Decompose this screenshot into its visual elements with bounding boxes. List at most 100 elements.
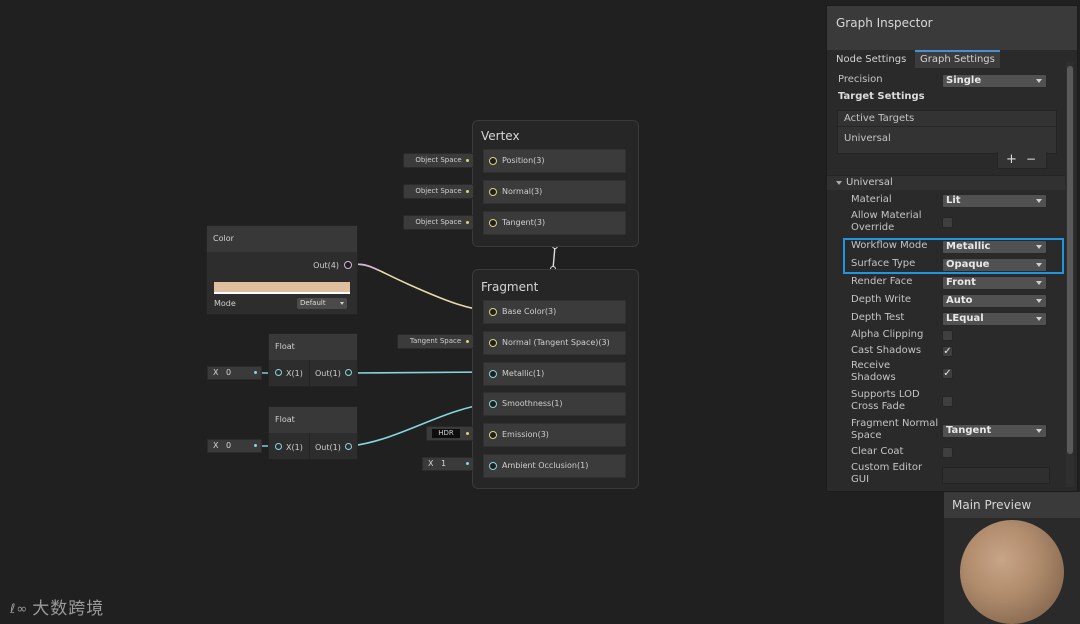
alpha-clipping-checkbox[interactable] — [942, 330, 953, 341]
active-targets-list[interactable]: Active Targets Universal — [837, 110, 1057, 154]
float-x-input[interactable]: X0 — [207, 366, 262, 380]
vertex-normal-space[interactable]: Object Space — [403, 184, 474, 199]
allow-material-override-label: Allow Material Override — [851, 210, 922, 233]
clear-coat-checkbox[interactable] — [942, 447, 953, 458]
wire-vertex-fragment — [552, 245, 556, 270]
color-node[interactable]: Color Out(4) Mode Default — [206, 225, 358, 315]
color-out-port[interactable] — [344, 261, 352, 269]
brand-logo-icon: ℓ∞ — [10, 601, 29, 617]
depth-write-dropdown[interactable]: Auto — [942, 294, 1047, 308]
mode-dropdown[interactable]: Default — [297, 298, 347, 309]
float-out-label: Out(1) — [315, 443, 341, 452]
inline-dot — [254, 371, 257, 374]
port-position[interactable]: Position(3) — [483, 149, 626, 173]
x-value: 0 — [226, 441, 232, 450]
alpha-clipping-label: Alpha Clipping — [851, 329, 924, 340]
float-in-label: X(1) — [286, 369, 303, 378]
port-label: Position(3) — [502, 156, 545, 165]
port-normal-tangent[interactable]: Normal (Tangent Space)(3) — [483, 331, 626, 355]
float-in-label: X(1) — [286, 443, 303, 452]
port-ambient-occlusion[interactable]: Ambient Occlusion(1) — [483, 454, 626, 478]
fragment-normal-space-label: Fragment Normal Space — [851, 418, 939, 441]
port-dot[interactable] — [489, 188, 497, 196]
vertex-stack[interactable]: Vertex Position(3) Normal(3) Tangent(3) — [472, 120, 639, 247]
vertex-tangent-space[interactable]: Object Space — [403, 215, 474, 230]
wire-color-basecolor — [350, 263, 493, 312]
port-normal[interactable]: Normal(3) — [483, 180, 626, 204]
port-label: Metallic(1) — [502, 369, 545, 378]
material-dropdown[interactable]: Lit — [942, 194, 1047, 208]
inline-dot — [466, 190, 469, 193]
render-face-dropdown[interactable]: Front — [942, 276, 1047, 290]
float-node-title: Float — [269, 407, 357, 433]
inspector-scroll-thumb[interactable] — [1067, 66, 1073, 454]
wire-float-metallic — [350, 371, 492, 374]
fragment-normal-space[interactable]: Tangent Space — [397, 334, 474, 349]
fragment-normal-space-dropdown[interactable]: Tangent — [942, 424, 1047, 438]
custom-editor-gui-label: Custom Editor GUI — [851, 462, 923, 485]
render-face-label: Render Face — [851, 276, 913, 287]
port-tangent[interactable]: Tangent(3) — [483, 211, 626, 235]
depth-write-label: Depth Write — [851, 294, 912, 305]
port-base-color[interactable]: Base Color(3) — [483, 300, 626, 324]
color-swatch[interactable] — [214, 282, 350, 294]
float-out-port[interactable] — [345, 369, 352, 376]
add-target-button[interactable]: + — [1006, 152, 1017, 167]
float-in-port[interactable] — [275, 443, 282, 450]
port-dot[interactable] — [489, 308, 497, 316]
receive-shadows-checkbox[interactable]: ✓ — [942, 368, 953, 379]
port-dot[interactable] — [489, 219, 497, 227]
color-out-label: Out(4) — [313, 261, 339, 270]
fragment-stack[interactable]: Fragment Base Color(3) Normal (Tangent S… — [472, 269, 639, 489]
watermark-logo: ℓ∞ 大数跨境 — [10, 594, 104, 619]
section-title: Universal — [846, 177, 893, 188]
port-smoothness[interactable]: Smoothness(1) — [483, 392, 626, 416]
preview-title: Main Preview — [952, 498, 1032, 512]
divider — [838, 126, 1056, 127]
universal-section-header[interactable]: Universal — [827, 175, 1065, 190]
x-label: X — [428, 459, 434, 468]
float-node[interactable]: Float X(1) Out(1) — [268, 406, 358, 460]
divider — [309, 360, 310, 386]
watermark-text: 大数跨境 — [32, 599, 105, 619]
inline-dot — [466, 340, 469, 343]
mode-value: Default — [300, 299, 326, 307]
float-node[interactable]: Float X(1) Out(1) — [268, 333, 358, 387]
port-dot[interactable] — [489, 431, 497, 439]
precision-label: Precision — [838, 74, 883, 85]
float-out-port[interactable] — [345, 443, 352, 450]
port-dot[interactable] — [489, 370, 497, 378]
emission-hdr-input[interactable]: HDR — [426, 426, 474, 441]
float-x-input[interactable]: X0 — [207, 439, 262, 453]
supports-lod-checkbox[interactable] — [942, 396, 953, 407]
port-dot[interactable] — [489, 400, 497, 408]
port-emission[interactable]: Emission(3) — [483, 423, 626, 447]
port-label: Base Color(3) — [502, 307, 557, 316]
color-node-title: Color — [207, 226, 357, 252]
inline-dot — [466, 432, 469, 435]
custom-editor-gui-field[interactable] — [942, 467, 1050, 484]
hdr-swatch: HDR — [432, 429, 460, 438]
port-label: Normal(3) — [502, 187, 543, 196]
float-in-port[interactable] — [275, 369, 282, 376]
precision-dropdown[interactable]: Single — [942, 74, 1047, 88]
depth-test-dropdown[interactable]: LEqual — [942, 312, 1047, 326]
port-dot[interactable] — [489, 339, 497, 347]
main-preview[interactable]: Main Preview — [944, 492, 1080, 624]
tab-node-settings[interactable]: Node Settings — [831, 52, 911, 68]
ao-input[interactable]: X1 — [422, 457, 474, 471]
tab-graph-settings[interactable]: Graph Settings — [915, 50, 1000, 68]
inline-dot — [466, 221, 469, 224]
preview-sphere[interactable] — [960, 520, 1064, 624]
vertex-position-space[interactable]: Object Space — [403, 153, 474, 168]
port-metallic[interactable]: Metallic(1) — [483, 362, 626, 386]
divider — [309, 433, 310, 459]
dropdown-value: LEqual — [946, 313, 984, 324]
cast-shadows-checkbox[interactable]: ✓ — [942, 346, 953, 357]
port-dot[interactable] — [489, 157, 497, 165]
remove-target-button[interactable]: − — [1026, 152, 1036, 166]
allow-material-override-checkbox[interactable] — [942, 217, 953, 228]
target-item-universal[interactable]: Universal — [844, 133, 891, 144]
port-label: Tangent(3) — [502, 218, 546, 227]
port-dot[interactable] — [489, 462, 497, 470]
